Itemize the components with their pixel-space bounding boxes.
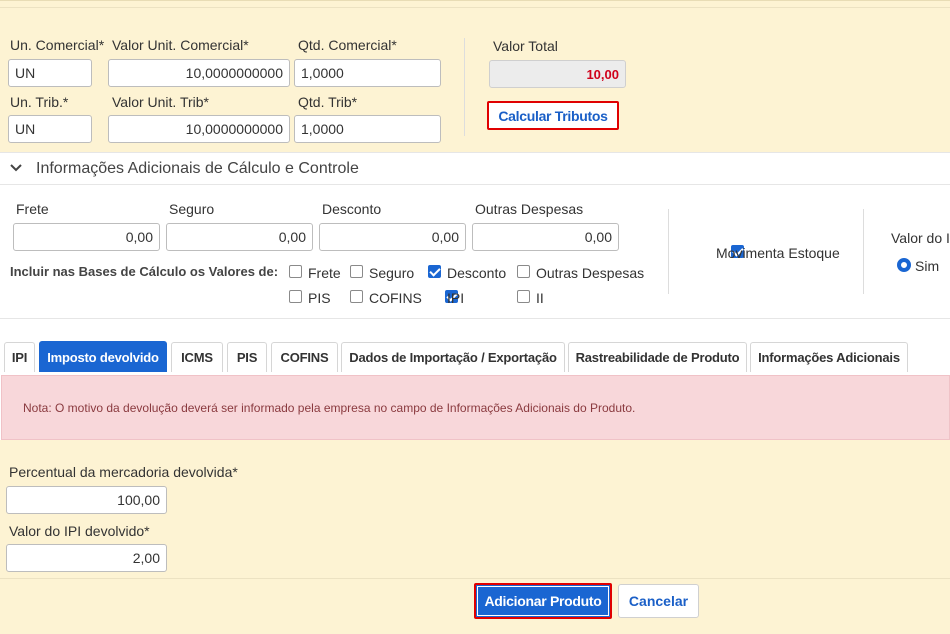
qtd-trib-label: Qtd. Trib* bbox=[298, 94, 358, 110]
pis-checkbox[interactable] bbox=[289, 290, 302, 303]
frete-checkbox[interactable] bbox=[289, 265, 302, 278]
qtd-comercial-label: Qtd. Comercial* bbox=[298, 37, 397, 53]
chevron-down-icon bbox=[10, 164, 22, 172]
tab-ipi[interactable]: IPI bbox=[4, 342, 35, 372]
valor-i-label: Valor do I bbox=[891, 230, 950, 246]
valor-total-label: Valor Total bbox=[493, 38, 558, 54]
un-comercial-input[interactable]: UN bbox=[8, 59, 92, 87]
note-text: Nota: O motivo da devolução deverá ser i… bbox=[23, 401, 636, 415]
tab-cofins[interactable]: COFINS bbox=[271, 342, 338, 372]
outras-despesas-label: Outras Despesas bbox=[475, 201, 584, 217]
qtd-comercial-input[interactable]: 1,0000 bbox=[294, 59, 441, 87]
desconto-checkbox-label: Desconto bbox=[447, 265, 507, 281]
cofins-checkbox[interactable] bbox=[350, 290, 363, 303]
percentual-devolvida-input[interactable]: 100,00 bbox=[6, 486, 167, 514]
divider bbox=[0, 7, 950, 8]
divider bbox=[863, 209, 864, 294]
seguro-checkbox[interactable] bbox=[350, 265, 363, 278]
percentual-devolvida-label: Percentual da mercadoria devolvida* bbox=[9, 464, 238, 480]
pis-checkbox-label: PIS bbox=[308, 290, 331, 306]
devolucao-note-alert: Nota: O motivo da devolução deverá ser i… bbox=[1, 375, 950, 440]
bases-calculo-label: Incluir nas Bases de Cálculo os Valores … bbox=[10, 264, 279, 279]
ii-checkbox-label: II bbox=[536, 290, 544, 306]
divider bbox=[464, 38, 465, 136]
valor-total-field: 10,00 bbox=[489, 60, 626, 88]
frete-input[interactable]: 0,00 bbox=[13, 223, 160, 251]
outras-despesas-checkbox-label: Outras Despesas bbox=[536, 265, 645, 281]
valor-unit-trib-label: Valor Unit. Trib* bbox=[112, 94, 209, 110]
section-title: Informações Adicionais de Cálculo e Cont… bbox=[36, 160, 359, 177]
outras-despesas-input[interactable]: 0,00 bbox=[472, 223, 619, 251]
divider bbox=[0, 578, 950, 579]
seguro-label: Seguro bbox=[169, 201, 215, 217]
ipi-checkbox-label: IPI bbox=[447, 290, 465, 306]
tab-imposto-devolvido[interactable]: Imposto devolvido bbox=[39, 341, 167, 372]
outras-despesas-checkbox[interactable] bbox=[517, 265, 530, 278]
divider bbox=[668, 209, 669, 294]
frete-label: Frete bbox=[16, 201, 49, 217]
tab-rastreabilidade[interactable]: Rastreabilidade de Produto bbox=[568, 342, 747, 372]
ii-checkbox[interactable] bbox=[517, 290, 530, 303]
frete-checkbox-label: Frete bbox=[308, 265, 341, 281]
seguro-input[interactable]: 0,00 bbox=[166, 223, 313, 251]
sim-radio-label: Sim bbox=[915, 258, 940, 274]
tab-pis[interactable]: PIS bbox=[227, 342, 267, 372]
calcular-tributos-button[interactable]: Calcular Tributos bbox=[487, 101, 619, 130]
un-trib-input[interactable]: UN bbox=[8, 115, 92, 143]
cofins-checkbox-label: COFINS bbox=[369, 290, 422, 306]
desconto-input[interactable]: 0,00 bbox=[319, 223, 466, 251]
desconto-checkbox[interactable] bbox=[428, 265, 441, 278]
seguro-checkbox-label: Seguro bbox=[369, 265, 415, 281]
section-header[interactable]: Informações Adicionais de Cálculo e Cont… bbox=[0, 152, 950, 185]
tab-informacoes-adicionais[interactable]: Informações Adicionais bbox=[750, 342, 908, 372]
ipi-devolvido-input[interactable]: 2,00 bbox=[6, 544, 167, 572]
un-comercial-label: Un. Comercial* bbox=[10, 37, 105, 53]
sim-radio[interactable] bbox=[897, 258, 911, 272]
ipi-devolvido-label: Valor do IPI devolvido* bbox=[9, 523, 150, 539]
tab-dados-importacao[interactable]: Dados de Importação / Exportação bbox=[341, 342, 565, 372]
desconto-label: Desconto bbox=[322, 201, 382, 217]
valor-unit-trib-input[interactable]: 10,0000000000 bbox=[108, 115, 290, 143]
cancel-button[interactable]: Cancelar bbox=[618, 584, 699, 618]
valor-unit-comercial-label: Valor Unit. Comercial* bbox=[112, 37, 249, 53]
adicionar-produto-button[interactable]: Adicionar Produto bbox=[474, 583, 612, 619]
tab-icms[interactable]: ICMS bbox=[171, 342, 223, 372]
movimenta-estoque-label: Movimenta Estoque bbox=[716, 245, 840, 261]
qtd-trib-input[interactable]: 1,0000 bbox=[294, 115, 441, 143]
product-form-page: Un. Comercial* UN Valor Unit. Comercial*… bbox=[0, 0, 950, 634]
valor-unit-comercial-input[interactable]: 10,0000000000 bbox=[108, 59, 290, 87]
un-trib-label: Un. Trib.* bbox=[10, 94, 69, 110]
